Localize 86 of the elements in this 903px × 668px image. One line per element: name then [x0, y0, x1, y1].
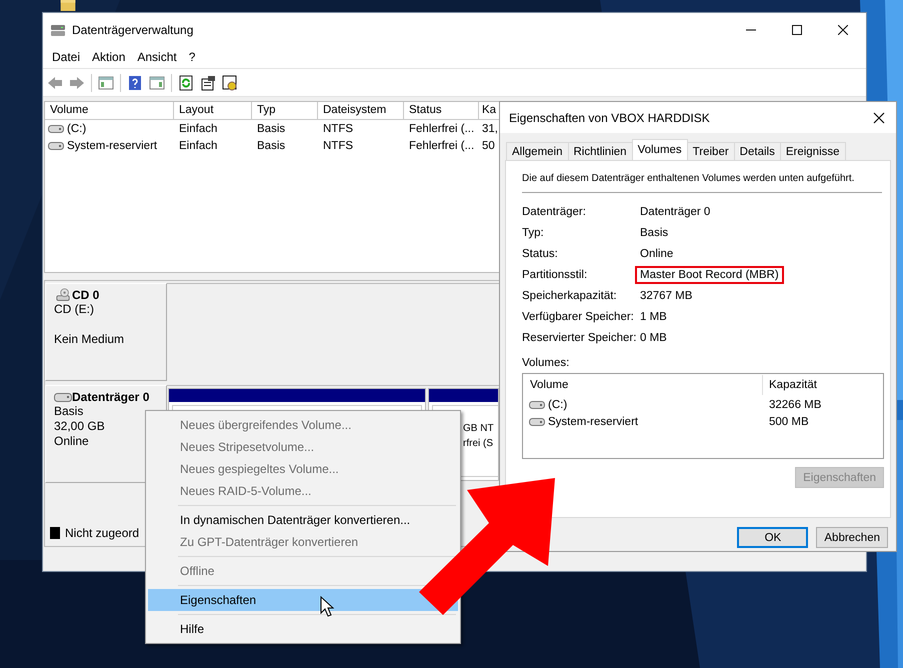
- property-label: Typ:: [522, 226, 545, 238]
- settings-icon[interactable]: [222, 74, 238, 90]
- volumes-list[interactable]: Volume Kapazität (C:) 32266 MB System-reserviert 500 MB: [522, 373, 884, 459]
- table-cell: 50: [482, 140, 495, 152]
- table-cell: System-reserviert: [67, 140, 158, 152]
- property-value: 1 MB: [639, 310, 668, 324]
- disk-name: Datenträger 0: [72, 390, 150, 404]
- column-header[interactable]: Layout: [174, 102, 252, 119]
- menu-item[interactable]: Aktion: [86, 48, 132, 66]
- dialog-button[interactable]: Abbrechen: [816, 527, 888, 548]
- tab[interactable]: Volumes: [632, 139, 688, 160]
- table-cell: Fehlerfrei (...: [409, 122, 474, 134]
- table-cell: Fehlerfrei (...: [409, 140, 474, 152]
- forward-arrow-icon[interactable]: [69, 74, 85, 90]
- description-text: Die auf diesem Datenträger enthaltenen Volumes werden unten aufgeführt.: [522, 173, 854, 184]
- folder-icon[interactable]: [60, 0, 76, 11]
- property-label: Reservierter Speicher:: [522, 332, 638, 344]
- table-cell: System-reserviert: [548, 416, 638, 428]
- close-icon: [873, 112, 885, 124]
- column-header[interactable]: Typ: [252, 102, 318, 119]
- table-cell: (C:): [548, 398, 568, 410]
- menu-item[interactable]: In dynamischen Datenträger konvertieren...: [148, 509, 458, 531]
- drive-icon: [48, 140, 64, 150]
- property-value: Online: [639, 246, 674, 262]
- disk-info: Basis: [54, 404, 84, 419]
- table-cell: Basis: [257, 122, 286, 134]
- column-header[interactable]: Kapazität: [763, 375, 817, 395]
- table-cell: NTFS: [323, 140, 354, 152]
- property-value: 32767 MB: [639, 288, 694, 304]
- table-cell: 31,: [482, 122, 498, 134]
- drive-icon: [48, 124, 64, 134]
- refresh-icon[interactable]: [178, 74, 194, 90]
- property-label: Partitionsstil:: [522, 268, 588, 280]
- close-icon: [838, 24, 848, 34]
- back-arrow-icon[interactable]: [47, 74, 63, 90]
- disk-info: 32,00 GB: [54, 419, 106, 434]
- menu-item[interactable]: Datei: [46, 48, 86, 66]
- drive-icon: [529, 400, 545, 410]
- menu-item[interactable]: Hilfe: [148, 618, 458, 640]
- table-cell: NTFS: [323, 122, 354, 134]
- property-value: Master Boot Record (MBR): [635, 266, 784, 284]
- partition-bar: [429, 389, 498, 402]
- property-label: Speicherkapazität:: [522, 290, 618, 302]
- disk-name: CD 0: [72, 288, 100, 302]
- window-title: Datenträgerverwaltung: [72, 22, 194, 36]
- partition-info: GB NT: [463, 422, 495, 436]
- tab[interactable]: Allgemein: [506, 142, 568, 160]
- disk-info: Online: [54, 434, 90, 449]
- column-header[interactable]: Ka: [479, 102, 499, 119]
- property-value: Basis: [639, 226, 670, 240]
- mouse-pointer-icon: [320, 596, 334, 617]
- maximize-icon: [792, 24, 802, 34]
- table-cell: Basis: [257, 140, 286, 152]
- property-label: Status:: [522, 248, 559, 260]
- partition-info: rfrei (S: [463, 437, 494, 451]
- column-header[interactable]: Status: [404, 102, 479, 119]
- table-cell: (C:): [67, 122, 86, 134]
- disk-info: CD (E:): [54, 302, 95, 317]
- drive-icon: [529, 416, 545, 426]
- disk-label-panel[interactable]: CD 0 CD (E:) Kein Medium: [45, 283, 167, 381]
- section-label: Volumes:: [522, 357, 570, 369]
- table-cell: Einfach: [179, 122, 218, 134]
- column-header[interactable]: Volume: [45, 102, 174, 119]
- column-header[interactable]: Dateisystem: [318, 102, 404, 119]
- tab[interactable]: Ereignisse: [780, 142, 846, 160]
- menu-item[interactable]: Eigenschaften: [148, 589, 458, 611]
- property-value: Datenträger 0: [639, 204, 712, 220]
- property-label: Datenträger:: [522, 206, 587, 218]
- column-header[interactable]: Volume: [523, 375, 763, 395]
- menu-item[interactable]: Ansicht: [131, 48, 183, 66]
- cd-drive-icon: [54, 288, 72, 302]
- dialog-button[interactable]: OK: [737, 527, 808, 548]
- drive-icon: [54, 390, 72, 404]
- panel-icon[interactable]: [98, 74, 114, 90]
- menu-item[interactable]: ?: [182, 48, 202, 66]
- dialog-title: Eigenschaften von VBOX HARDDISK: [509, 110, 710, 124]
- property-value: 0 MB: [639, 330, 668, 346]
- disk-info: Kein Medium: [54, 332, 126, 347]
- help-icon[interactable]: [127, 74, 143, 90]
- panel-icon[interactable]: [149, 74, 165, 90]
- table-cell: Einfach: [179, 140, 218, 152]
- property-label: Verfügbarer Speicher:: [522, 310, 635, 322]
- properties-icon[interactable]: [200, 74, 216, 90]
- table-cell: 500 MB: [769, 416, 809, 428]
- table-cell: 32266 MB: [769, 398, 822, 410]
- legend-label: Nicht zugeord: [65, 526, 140, 540]
